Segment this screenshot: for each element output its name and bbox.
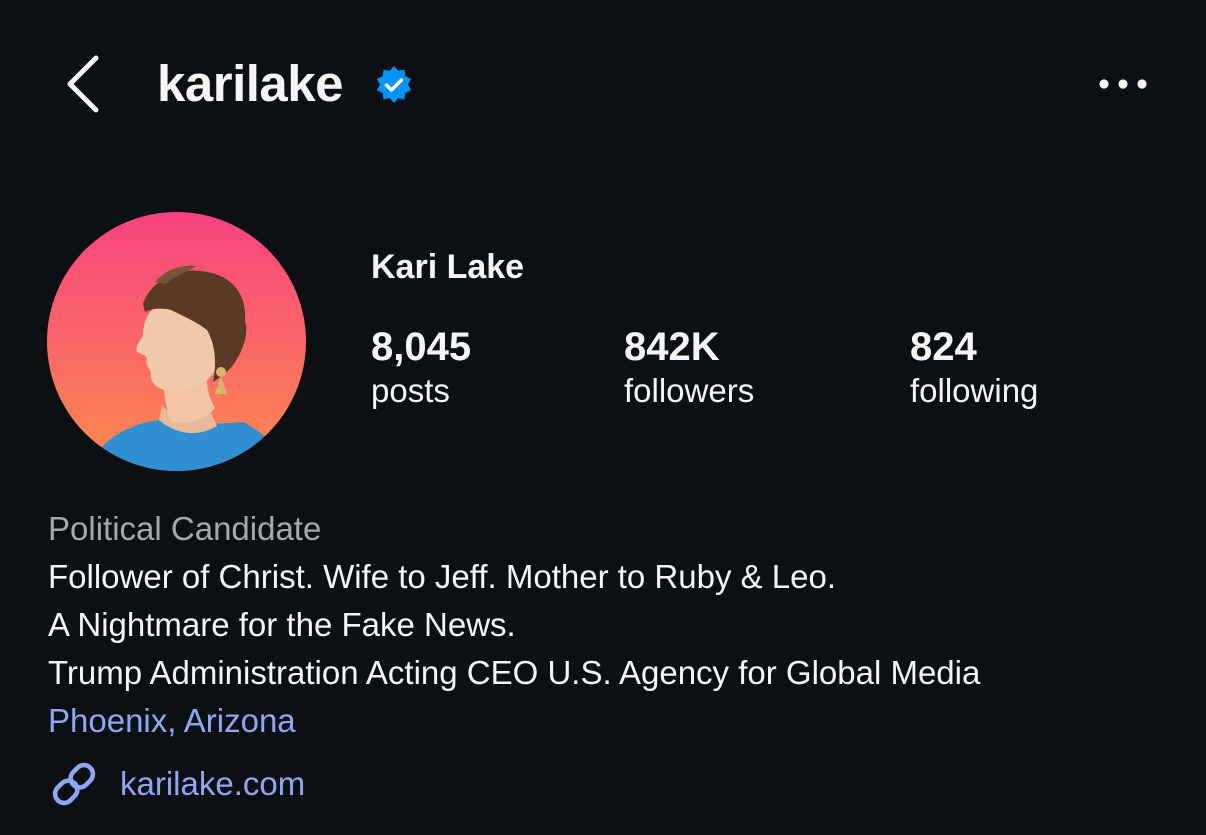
bio-line: Follower of Christ. Wife to Jeff. Mother…: [48, 558, 837, 595]
following-label: following: [910, 372, 1039, 409]
bio-line: Trump Administration Acting CEO U.S. Age…: [48, 654, 981, 691]
bio-line: A Nightmare for the Fake News.: [48, 606, 516, 643]
profile-avatar[interactable]: [47, 212, 306, 471]
website-url: karilake.com: [120, 765, 306, 802]
chevron-left-icon: [67, 55, 99, 113]
profile-category: Political Candidate: [48, 510, 322, 547]
ellipsis-horizontal-icon: [1099, 79, 1147, 89]
posts-count: 8,045: [371, 325, 472, 369]
followers-count: 842K: [624, 325, 720, 369]
posts-label: posts: [371, 372, 450, 409]
display-name: Kari Lake: [371, 248, 525, 286]
posts-stat[interactable]: 8,045 posts: [371, 324, 471, 412]
following-stat[interactable]: 824 following: [910, 324, 1038, 412]
website-link[interactable]: karilake.com: [48, 757, 305, 811]
avatar-portrait: [47, 212, 306, 471]
followers-stat[interactable]: 842K followers: [624, 324, 754, 412]
verified-badge-icon: [376, 66, 412, 103]
location-link[interactable]: Phoenix, Arizona: [48, 697, 1188, 745]
more-options-button[interactable]: [1092, 66, 1154, 102]
following-count: 824: [910, 325, 977, 369]
username-title: karilake: [157, 55, 344, 112]
profile-header: karilake: [0, 0, 1206, 170]
back-button[interactable]: [56, 48, 112, 120]
profile-bio: Political Candidate Follower of Christ. …: [48, 505, 1188, 745]
link-icon: [52, 762, 96, 806]
followers-label: followers: [624, 372, 755, 409]
